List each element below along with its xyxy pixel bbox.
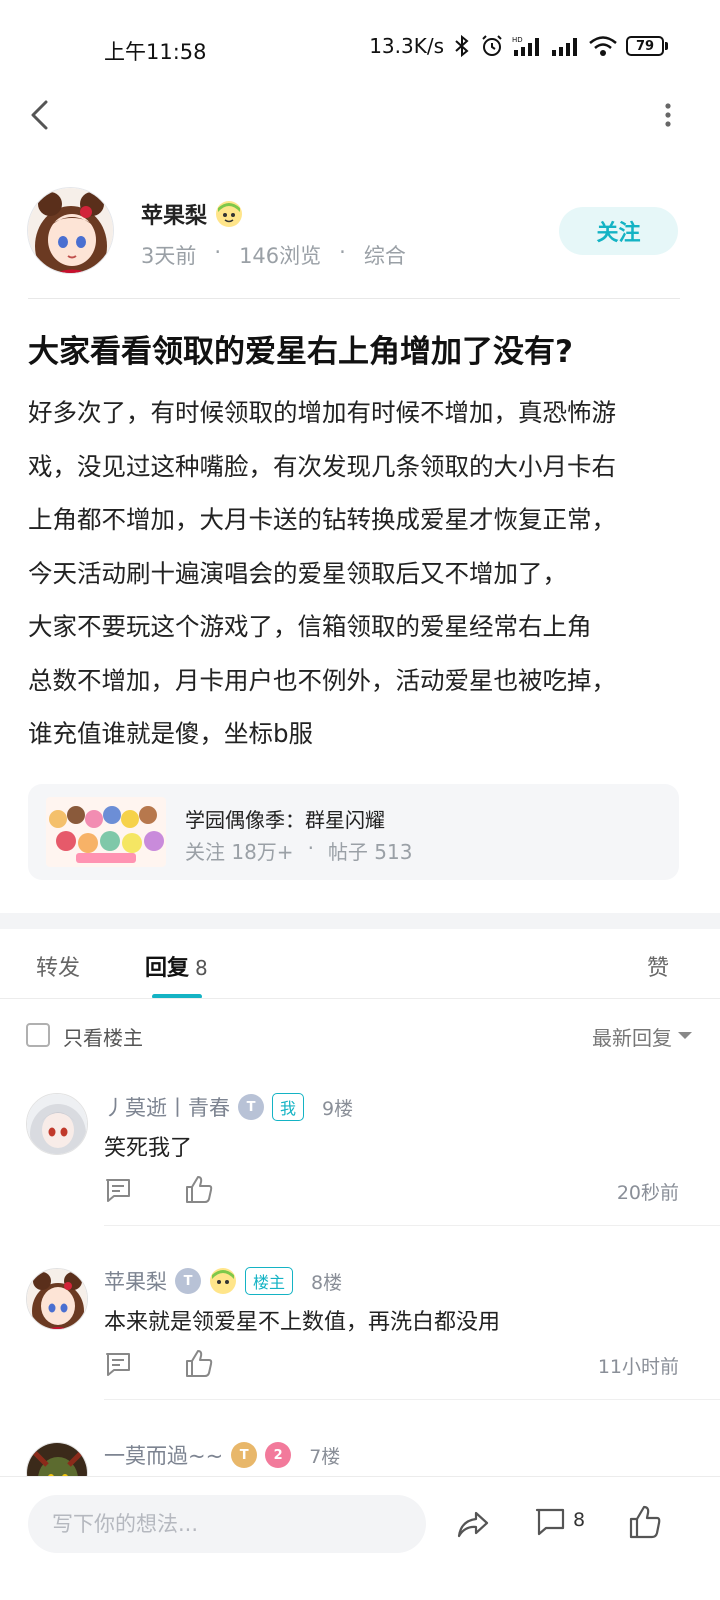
comment-text: 本来就是领爱星不上数值，再洗白都没用 xyxy=(104,1310,501,1335)
user-badge-icon xyxy=(216,201,243,227)
level-badge: T xyxy=(231,1442,258,1468)
post-title: 大家看看领取的爱星右上角增加了没有? xyxy=(28,334,573,370)
commenter-avatar[interactable] xyxy=(26,1093,88,1155)
signal-icon xyxy=(552,38,577,56)
forum-card[interactable]: 学园偶像季：群星闪耀 关注 18万+ · 帖子 513 xyxy=(28,784,679,880)
comment-icon[interactable] xyxy=(534,1506,566,1538)
comment-count: 8 xyxy=(573,1509,586,1531)
wifi-icon xyxy=(589,36,617,56)
more-icon[interactable] xyxy=(656,100,680,136)
post-time: 3天前 xyxy=(141,244,197,268)
author-name-row: 苹果梨 xyxy=(141,198,243,230)
commenter-avatar[interactable] xyxy=(26,1268,88,1330)
like-icon[interactable] xyxy=(185,1174,213,1204)
level-badge: T xyxy=(238,1094,264,1120)
meta-dot: · xyxy=(339,240,346,264)
comment-header: 苹果梨 T 楼主 8楼 xyxy=(104,1264,342,1298)
comment-time: 20秒前 xyxy=(616,1182,679,1204)
user-badge-icon xyxy=(210,1268,236,1294)
forum-posts: 帖子 513 xyxy=(327,840,413,864)
battery-level: 79 xyxy=(626,36,664,56)
post-line: 今天活动刷十遍演唱会的爱星领取后又不增加了， xyxy=(28,558,567,588)
floor-number: 9楼 xyxy=(322,1097,354,1120)
author-name[interactable]: 苹果梨 xyxy=(141,198,207,230)
tab-repost[interactable]: 转发 xyxy=(36,950,80,982)
divider xyxy=(0,998,720,999)
floor-number: 7楼 xyxy=(309,1445,341,1468)
post-line: 戏，没见过这种嘴脸，有次发现几条领取的大小月卡右 xyxy=(28,451,616,481)
bottom-bar: 8 xyxy=(0,1476,720,1600)
op-tag: 楼主 xyxy=(245,1267,294,1295)
alarm-icon xyxy=(482,35,502,56)
status-icons: 13.3K/s HD 79 xyxy=(369,34,668,58)
post-line: 谁充值谁就是傻，坐标b服 xyxy=(28,719,314,748)
commenter-name[interactable]: 丿莫逝丨青春 xyxy=(104,1092,230,1122)
back-icon[interactable] xyxy=(24,94,64,138)
post-category[interactable]: 综合 xyxy=(364,240,406,270)
hd-signal-icon: HD xyxy=(512,36,539,56)
post-line: 好多次了，有时候领取的增加有时候不增加，真恐怖游 xyxy=(28,398,616,427)
forum-name: 学园偶像季：群星闪耀 xyxy=(185,808,385,832)
commenter-name[interactable]: 一莫而過~~ xyxy=(104,1440,223,1470)
comment-text: 笑死我了 xyxy=(104,1136,193,1161)
battery-icon: 79 xyxy=(626,36,668,56)
like-icon[interactable] xyxy=(185,1348,213,1378)
reply-icon[interactable] xyxy=(104,1350,132,1378)
meta-dot: · xyxy=(214,240,222,264)
net-speed: 13.3K/s xyxy=(369,34,444,58)
tab-replies-count: 8 xyxy=(195,956,208,980)
author-meta: 3天前 · 146浏览 · 综合 xyxy=(141,240,406,270)
only-op-label[interactable]: 只看楼主 xyxy=(63,1022,143,1051)
divider xyxy=(104,1399,720,1400)
level-badge: T xyxy=(175,1268,201,1294)
author-avatar[interactable] xyxy=(27,187,114,274)
caret-down-icon[interactable] xyxy=(678,1032,692,1039)
post-body: 好多次了，有时候领取的增加有时候不增加，真恐怖游 戏，没见过这种嘴脸，有次发现几… xyxy=(28,386,688,761)
tab-likes[interactable]: 赞 xyxy=(647,950,669,982)
forum-followers: 关注 18万+ xyxy=(185,840,294,864)
bluetooth-icon xyxy=(455,34,469,58)
section-gap xyxy=(0,913,720,929)
like-icon[interactable] xyxy=(629,1504,661,1540)
commenter-name[interactable]: 苹果梨 xyxy=(104,1266,167,1296)
comment-header: 丿莫逝丨青春 T 我 9楼 xyxy=(104,1090,353,1124)
only-op-checkbox[interactable] xyxy=(26,1023,50,1047)
forum-thumbnail xyxy=(46,797,166,867)
divider xyxy=(104,1225,720,1226)
self-tag: 我 xyxy=(272,1093,305,1121)
status-bar: 上午11:58 13.3K/s HD 79 xyxy=(0,0,720,96)
comment-header: 一莫而過~~ T 2 7楼 xyxy=(104,1438,340,1472)
share-icon[interactable] xyxy=(456,1507,490,1541)
follow-button[interactable]: 关注 xyxy=(559,207,678,255)
status-time: 上午11:58 xyxy=(104,40,207,64)
divider xyxy=(28,298,680,299)
reply-icon[interactable] xyxy=(104,1176,132,1204)
forum-stats: 关注 18万+ · 帖子 513 xyxy=(185,836,412,865)
tab-replies-label: 回复 xyxy=(145,956,190,981)
comment-time: 11小时前 xyxy=(597,1356,679,1378)
post-line: 大家不要玩这个游戏了，信箱领取的爱星经常右上角 xyxy=(28,612,592,641)
post-line: 总数不增加，月卡用户也不例外，活动爱星也被吃掉， xyxy=(28,665,616,695)
number-badge: 2 xyxy=(265,1442,292,1468)
svg-text:HD: HD xyxy=(512,36,523,44)
sort-dropdown[interactable]: 最新回复 xyxy=(592,1022,672,1051)
comment-input[interactable] xyxy=(28,1495,426,1553)
view-count: 146浏览 xyxy=(239,244,322,268)
tab-replies[interactable]: 回复 8 xyxy=(145,950,208,982)
post-line: 上角都不增加，大月卡送的钻转换成爱星才恢复正常， xyxy=(28,505,616,534)
meta-dot: · xyxy=(307,836,314,860)
floor-number: 8楼 xyxy=(311,1271,343,1294)
